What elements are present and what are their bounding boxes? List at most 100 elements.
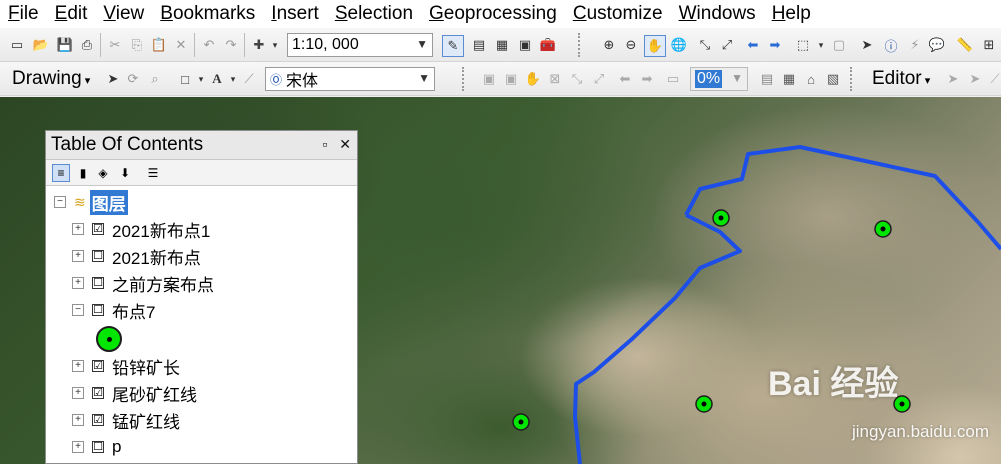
full-extent-icon[interactable]: 🌐 [670,36,688,54]
collapse-icon[interactable]: − [54,196,66,208]
edit-tool-icon[interactable]: ➤ [944,70,962,88]
editor-menu[interactable]: Editor ▾ [872,68,930,90]
select-elements-icon[interactable]: ➤ [858,36,876,54]
sample-point[interactable] [874,220,892,238]
menu-edit[interactable]: Edit [55,3,88,25]
expand-icon[interactable]: + [72,387,84,399]
list-by-visibility-icon[interactable]: ◈ [94,164,112,182]
straight-segment-icon[interactable]: ⟋ [986,70,1001,88]
table-icon[interactable]: ▤ [470,36,488,54]
layer-visibility-checkbox[interactable]: ☑ [92,360,104,372]
edit-vertices-icon[interactable]: ⟋ [240,70,258,88]
forward-arrow-icon[interactable]: ➡ [766,36,784,54]
data-driven-pages-icon[interactable]: ▧ [824,70,842,88]
html-popup-icon[interactable]: 💬 [928,36,946,54]
rotate-icon[interactable]: ⟳ [124,70,142,88]
layout-tool-4-icon[interactable]: ⊠ [546,70,564,88]
zoom-to-selected-icon[interactable]: ⌕ [146,70,164,88]
delete-icon[interactable]: ✕ [172,36,190,54]
expand-icon[interactable]: + [72,223,84,235]
save-icon[interactable]: 💾 [56,36,74,54]
layer-visibility-checkbox[interactable]: ☐ [92,277,104,289]
layer-visibility-checkbox[interactable]: ☑ [92,223,104,235]
catalog-icon[interactable]: ▦ [493,36,511,54]
fixed-zoom-out-icon[interactable]: ⤢ [718,36,736,54]
select-features-icon[interactable]: ⬚ [794,36,812,54]
layout-back-icon[interactable]: ⬅ [616,70,634,88]
menu-bookmarks[interactable]: Bookmarks [160,3,255,25]
point-symbol-icon[interactable] [96,326,122,352]
expand-icon[interactable]: + [72,277,84,289]
menu-view[interactable]: View [103,3,144,25]
drawing-menu[interactable]: Drawing ▾ [12,68,90,90]
layer-row[interactable]: + ☐ 之前方案布点 [72,270,214,296]
menu-selection[interactable]: Selection [335,3,413,25]
layer-row[interactable]: + ☑ 尾砂矿红线 [72,380,197,406]
list-by-source-icon[interactable]: ▮ [74,164,92,182]
toc-root-row[interactable]: − ≋ 图层 [54,189,128,215]
layout-tool-2-icon[interactable]: ▣ [502,70,520,88]
layout-tool-6-icon[interactable]: ⤢ [590,70,608,88]
layer-row[interactable]: + ☑ 铅锌矿长 [72,353,180,379]
arctoolbox-icon[interactable]: 🧰 [539,36,557,54]
map-scale-combo[interactable]: 1:10, 000 ▼ [287,33,433,57]
layout-tool-1-icon[interactable]: ▣ [480,70,498,88]
select-pointer-icon[interactable]: ➤ [104,70,122,88]
layout-zoom-whole-icon[interactable]: ▭ [664,70,682,88]
layer-row[interactable]: + ☐ 2021新布点 [72,243,201,269]
pan-hand-icon[interactable]: ✋ [644,35,666,57]
layer-row[interactable]: + ☑ 2021新布点1 [72,216,210,242]
layer-visibility-checkbox[interactable]: ☐ [92,304,104,316]
expand-icon[interactable]: + [72,360,84,372]
find-route-icon[interactable]: ⊞ [980,36,998,54]
add-data-dropdown-icon[interactable]: ▾ [266,36,284,54]
expand-icon[interactable]: + [72,441,84,453]
paste-icon[interactable]: 📋 [150,36,168,54]
editor-toolbar-icon[interactable]: ✎ [442,35,464,57]
copy-icon[interactable]: ⎘ [128,36,146,54]
layer-row[interactable]: + ☑ 锰矿红线 [72,407,180,433]
fixed-zoom-in-icon[interactable]: ⤡ [696,36,714,54]
layer-row[interactable]: − ☐ 布点7 [72,297,155,323]
layer-visibility-checkbox[interactable]: ☑ [92,414,104,426]
undo-icon[interactable]: ↶ [200,36,218,54]
menu-help[interactable]: Help [772,3,811,25]
sample-point[interactable] [695,395,713,413]
auto-hide-icon[interactable]: ▫ [322,136,327,152]
menu-customize[interactable]: Customize [573,3,663,25]
font-combo[interactable]: Ⓞ 宋体 ▼ [265,67,435,91]
collapse-icon[interactable]: − [72,304,84,316]
list-by-selection-icon[interactable]: ⬇ [116,164,134,182]
menu-windows[interactable]: Windows [679,3,756,25]
change-layout-icon[interactable]: ⌂ [802,70,820,88]
sample-point[interactable] [512,413,530,431]
clear-selection-icon[interactable]: ▢ [830,36,848,54]
layout-tool-5-icon[interactable]: ⤡ [568,70,586,88]
layer-row[interactable]: + ☐ p [72,434,121,460]
menu-insert[interactable]: Insert [271,3,319,25]
new-document-icon[interactable]: ▭ [8,36,26,54]
select-dropdown-icon[interactable]: ▾ [812,36,830,54]
layout-tool-3-icon[interactable]: ✋ [524,70,542,88]
zoom-out-icon[interactable]: ⊖ [622,36,640,54]
print-icon[interactable]: ⎙ [78,36,96,54]
close-icon[interactable]: ✕ [339,136,351,152]
list-by-drawing-order-icon[interactable]: ≡ [52,164,70,182]
measure-icon[interactable]: 📏 [956,36,974,54]
cut-icon[interactable]: ✂ [106,36,124,54]
open-folder-icon[interactable]: 📂 [32,36,50,54]
expand-icon[interactable]: + [72,250,84,262]
zoom-in-icon[interactable]: ⊕ [600,36,618,54]
back-arrow-icon[interactable]: ⬅ [744,36,762,54]
layout-zoom-combo[interactable]: 0% ▼ [690,67,748,91]
sample-point[interactable] [712,209,730,227]
layer-visibility-checkbox[interactable]: ☑ [92,387,104,399]
redo-icon[interactable]: ↷ [222,36,240,54]
menu-file[interactable]: File [8,3,39,25]
search-window-icon[interactable]: ▣ [516,36,534,54]
toggle-draft-icon[interactable]: ▤ [758,70,776,88]
expand-icon[interactable]: + [72,414,84,426]
options-icon[interactable]: ☰ [144,164,162,182]
layout-forward-icon[interactable]: ➡ [638,70,656,88]
edit-annotation-icon[interactable]: ➤ [966,70,984,88]
